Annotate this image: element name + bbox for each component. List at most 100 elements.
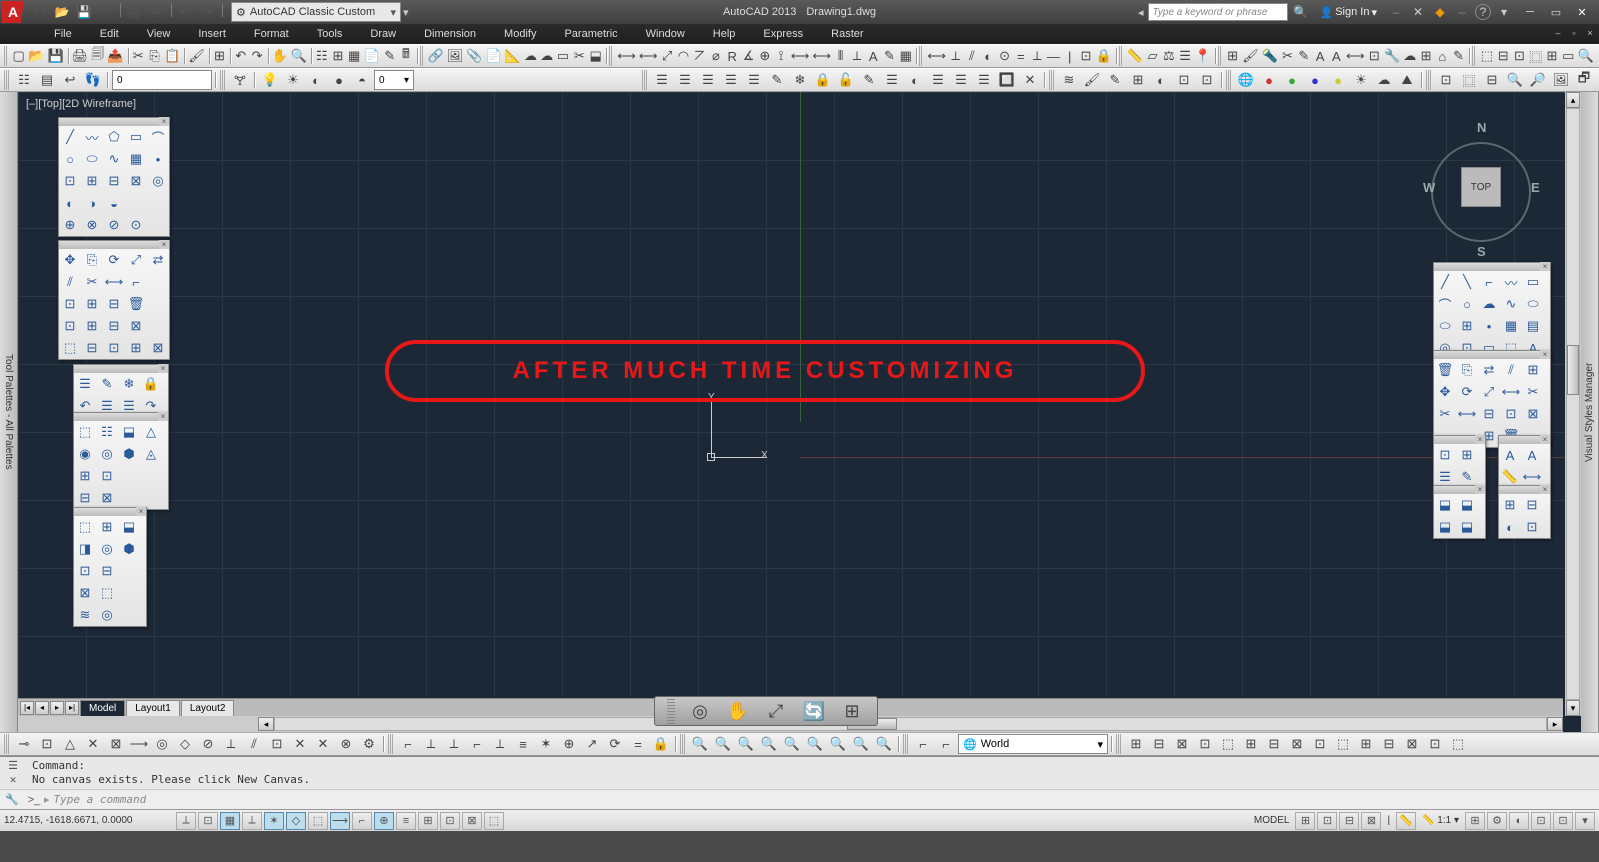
pb-y2-icon[interactable]: A <box>1521 444 1543 466</box>
pb-r3-icon[interactable]: ⌐ <box>1478 271 1500 293</box>
pb-r8-icon[interactable]: ☁ <box>1478 293 1500 315</box>
close-icon[interactable]: ✕ <box>1569 3 1595 21</box>
menu-window[interactable]: Window <box>632 26 699 42</box>
tb-preview-icon[interactable]: 🗐 <box>90 46 105 66</box>
pb-rm8-icon[interactable]: ⤢ <box>1478 381 1500 403</box>
palette-close-icon[interactable]: × <box>1475 485 1485 494</box>
tb-et1-icon[interactable]: ⊞ <box>1225 46 1240 66</box>
pb-w2-icon[interactable]: ⬓ <box>1456 494 1478 516</box>
tb-list-icon[interactable]: ☰ <box>1177 46 1192 66</box>
search-btn-icon[interactable]: 🔍 <box>1292 3 1310 21</box>
pb-v10-icon[interactable]: ⬚ <box>96 582 118 604</box>
tb-lay4-icon[interactable]: ☰ <box>720 70 742 90</box>
pb-hatch-icon[interactable]: ▦ <box>125 148 147 170</box>
view-cube[interactable]: TOP N S E W WCS <box>1421 112 1541 262</box>
scroll-up-icon[interactable]: ▴ <box>1566 92 1580 108</box>
zm8-icon[interactable]: 🔍 <box>850 734 872 754</box>
palette-right-2[interactable]: × 🗑⎘⇄⫽⊞ ✥⟳⤢⟷✂ ✂⟷⊟⊡⊠ ⌐⌐⊞🗑 <box>1433 350 1551 448</box>
pb-r7-icon[interactable]: ○ <box>1456 293 1478 315</box>
menu-tools[interactable]: Tools <box>303 26 357 42</box>
menu-draw[interactable]: Draw <box>356 26 410 42</box>
tb-r5-icon[interactable]: ● <box>1327 70 1349 90</box>
tb-match-icon[interactable]: 🖌 <box>187 46 206 66</box>
toolbar-grip[interactable] <box>1472 46 1476 66</box>
pb-s5-icon[interactable]: ◉ <box>74 443 96 465</box>
tb-dim2-icon[interactable]: ⟷ <box>638 46 659 66</box>
tb-lay15-icon[interactable]: ☰ <box>973 70 995 90</box>
tb-redo-icon[interactable]: ↷ <box>249 46 264 66</box>
os-mid-icon[interactable]: △ <box>59 734 81 754</box>
pb-s10-icon[interactable]: ⊡ <box>96 465 118 487</box>
sb-r3-icon[interactable]: ⊟ <box>1339 812 1359 830</box>
pb-m15-icon[interactable]: ⊞ <box>81 315 103 337</box>
tb-img-icon[interactable]: 🖼 <box>446 46 465 66</box>
pb-spline-icon[interactable]: ∿ <box>103 148 125 170</box>
tb-layer-state-icon[interactable]: ▤ <box>36 70 58 90</box>
pb-d2-icon[interactable]: ⊞ <box>81 170 103 192</box>
ucs7-icon[interactable]: ✶ <box>535 734 557 754</box>
sb-ortho-icon[interactable]: ⟂ <box>242 812 262 830</box>
qat-open-icon[interactable]: 📂 <box>52 3 72 21</box>
sb-r4-icon[interactable]: ⊠ <box>1361 812 1381 830</box>
tb-lay16-icon[interactable]: 🔲 <box>996 70 1018 90</box>
palette-draw[interactable]: × ╱〰⬠▭⌒ ○⬭∿▦• ⊡⊞⊟⊠◎ ◐◑◒ ⊕⊗⊘⊙ <box>58 117 170 237</box>
sb-r9-icon[interactable]: ⊡ <box>1531 812 1551 830</box>
tb-open-icon[interactable]: 📂 <box>27 46 45 66</box>
tb-lay2-icon[interactable]: ☰ <box>674 70 696 90</box>
pb-l2-icon[interactable]: ✎ <box>96 373 118 395</box>
pb-rm9-icon[interactable]: ⟷ <box>1500 381 1522 403</box>
tb-cut-icon[interactable]: ✂ <box>131 46 146 66</box>
vertical-scrollbar[interactable]: ▴ ▾ <box>1565 92 1581 716</box>
tb-sel6-icon[interactable]: ▭ <box>1561 46 1576 66</box>
tb-r7-icon[interactable]: ☁ <box>1373 70 1395 90</box>
pb-e1-icon[interactable]: ◐ <box>59 192 81 214</box>
tb-layer-walk-icon[interactable]: 👣 <box>82 70 104 90</box>
palette-close-icon[interactable]: × <box>158 364 168 373</box>
pb-r11-icon[interactable]: ⬭ <box>1434 315 1456 337</box>
palette-close-icon[interactable]: × <box>136 507 146 516</box>
pb-v6-icon[interactable]: ⬢ <box>118 538 140 560</box>
tb-c3-icon[interactable]: ⫽ <box>964 46 979 66</box>
tb-dim7-icon[interactable]: R <box>725 46 740 66</box>
palette-close-icon[interactable]: × <box>159 240 169 249</box>
viewcube-face[interactable]: TOP <box>1461 167 1501 207</box>
tb-sel2-icon[interactable]: ⊟ <box>1496 46 1511 66</box>
os-near-icon[interactable]: ✕ <box>312 734 334 754</box>
vp3-icon[interactable]: ⊠ <box>1171 734 1193 754</box>
tb-new-icon[interactable]: ▢ <box>11 46 26 66</box>
signin-button[interactable]: 👤 Sign In ▾ <box>1314 6 1383 19</box>
pb-m7-icon[interactable]: ✂ <box>81 271 103 293</box>
tb-mt4-icon[interactable]: ⊞ <box>1127 70 1149 90</box>
vp9-icon[interactable]: ⊡ <box>1309 734 1331 754</box>
pb-rm10-icon[interactable]: ✂ <box>1522 381 1544 403</box>
tb-frame-icon[interactable]: ▭ <box>555 46 570 66</box>
qat-saveas-icon[interactable]: 🗎 <box>96 3 116 21</box>
vp14-icon[interactable]: ⊡ <box>1424 734 1446 754</box>
sb-osnap-icon[interactable]: ◇ <box>286 812 306 830</box>
toolbar-grip[interactable] <box>388 734 394 754</box>
tb-et9-icon[interactable]: ⊡ <box>1367 46 1382 66</box>
pb-rm3-icon[interactable]: ⇄ <box>1478 359 1500 381</box>
pb-m6-icon[interactable]: ⫽ <box>59 271 81 293</box>
pb-s4-icon[interactable]: △ <box>140 421 162 443</box>
toolbar-grip[interactable] <box>1119 46 1123 66</box>
pb-poly-icon[interactable]: ⬠ <box>103 126 125 148</box>
tb-et7-icon[interactable]: A <box>1329 46 1344 66</box>
pb-circle-icon[interactable]: ○ <box>59 148 81 170</box>
pb-rm5-icon[interactable]: ⊞ <box>1522 359 1544 381</box>
menu-view[interactable]: View <box>133 26 185 42</box>
pb-s1-icon[interactable]: ⬚ <box>74 421 96 443</box>
tb-c10-icon[interactable]: ⊡ <box>1078 46 1093 66</box>
tb-prop-icon[interactable]: ☷ <box>314 46 329 66</box>
palette-right-4a[interactable]: × ⬓⬓ ⬓⬓ <box>1433 485 1486 539</box>
pb-m13-icon[interactable]: 🗑 <box>125 293 147 315</box>
tb-zoom-icon[interactable]: 🔍 <box>290 46 308 66</box>
tb-tp-icon[interactable]: ▦ <box>347 46 362 66</box>
os-cen-icon[interactable]: ◎ <box>151 734 173 754</box>
toolbar-grip[interactable] <box>4 70 10 90</box>
ucs10-icon[interactable]: ⟳ <box>604 734 626 754</box>
pb-r15-icon[interactable]: ▤ <box>1522 315 1544 337</box>
tb-light-icon[interactable]: 💡 <box>259 70 281 90</box>
pb-v11-icon[interactable]: ≋ <box>74 604 96 626</box>
palette-close-icon[interactable]: × <box>1475 435 1485 444</box>
